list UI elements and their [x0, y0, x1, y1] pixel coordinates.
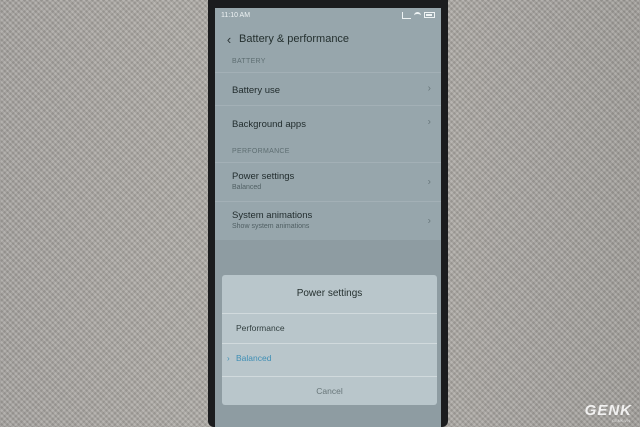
chevron-right-icon: › — [427, 116, 431, 128]
battery-icon — [424, 12, 435, 18]
status-bar: 11:10 AM — [215, 8, 441, 22]
page-title: Battery & performance — [239, 33, 350, 45]
row-label: Background apps — [232, 119, 306, 130]
title-bar: ‹ Battery & performance — [215, 24, 441, 54]
phone-screen: 11:10 AM ‹ Battery & performance BATTERY… — [215, 8, 441, 427]
back-icon[interactable]: ‹ — [219, 32, 239, 47]
option-performance[interactable]: Performance — [222, 313, 437, 342]
row-label: Power settings — [232, 171, 295, 182]
cancel-button[interactable]: Cancel — [222, 376, 437, 405]
dialog-title: Power settings — [296, 288, 363, 299]
option-balanced[interactable]: › Balanced — [222, 343, 437, 372]
wifi-icon — [414, 11, 421, 19]
selected-check-icon: › — [227, 354, 230, 363]
row-sublabel: Balanced — [232, 184, 262, 191]
row-power-settings[interactable]: Power settings Balanced › — [215, 162, 441, 200]
row-sublabel: Show system animations — [232, 223, 310, 230]
section-performance: PERFORMANCE — [232, 148, 290, 155]
watermark-sub: GENK.VN — [611, 418, 630, 423]
status-time: 11:10 AM — [221, 11, 251, 19]
row-background-apps[interactable]: Background apps › — [215, 105, 441, 138]
signal-icon — [402, 11, 411, 19]
row-system-animations[interactable]: System animations Show system animations… — [215, 201, 441, 239]
option-label: Performance — [236, 323, 285, 333]
section-battery: BATTERY — [232, 58, 266, 65]
option-label: Balanced — [236, 353, 272, 363]
watermark-logo: GENK — [584, 402, 632, 419]
power-settings-dialog: Power settings Performance › Balanced Ca… — [222, 275, 437, 405]
chevron-right-icon: › — [427, 176, 431, 187]
chevron-right-icon: › — [427, 82, 431, 94]
row-label: System animations — [232, 210, 313, 221]
row-battery-use[interactable]: Battery use › — [215, 72, 441, 104]
row-label: Battery use — [232, 85, 281, 96]
chevron-right-icon: › — [427, 215, 431, 226]
